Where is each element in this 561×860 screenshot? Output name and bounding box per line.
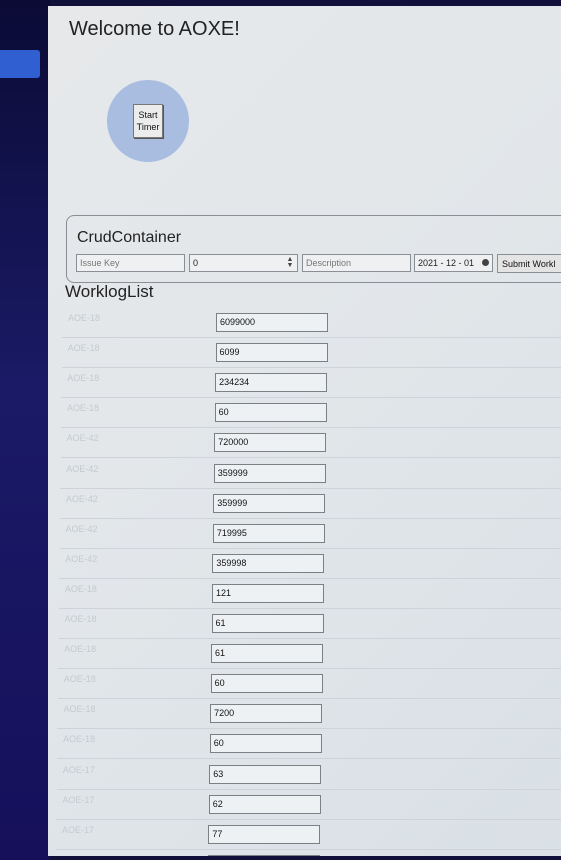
worklog-issue-key: AOE-18 bbox=[63, 734, 96, 745]
worklog-time-input[interactable]: 62 bbox=[208, 794, 321, 814]
worklog-row: AOE-18 60 bbox=[57, 728, 561, 760]
crud-container: CrudContainer 0 ▲▼ 2021 - 12 - 01 Submit… bbox=[66, 215, 561, 283]
worklog-time-input[interactable]: 7200 bbox=[210, 704, 323, 724]
worklog-time-input[interactable]: 359998 bbox=[212, 553, 325, 573]
worklog-issue-key: AOE-18 bbox=[64, 614, 97, 624]
worklog-time-input[interactable]: 6099000 bbox=[216, 313, 328, 332]
worklog-issue-key: AOE-18 bbox=[64, 644, 97, 655]
worklog-time-input[interactable]: 234234 bbox=[215, 373, 328, 393]
worklog-row: AOE-18 7200 bbox=[57, 698, 561, 730]
time-spent-input[interactable]: 0 ▲ ▼ bbox=[189, 254, 298, 272]
worklog-issue-key: AOE-42 bbox=[65, 553, 98, 564]
worklog-issue-key: AOE-18 bbox=[63, 704, 96, 715]
worklog-issue-key: AOE-42 bbox=[66, 463, 99, 474]
worklog-issue-key: AOE-18 bbox=[68, 313, 101, 323]
worklog-time-input[interactable]: 359999 bbox=[213, 463, 326, 483]
start-timer-button[interactable]: Start Timer bbox=[133, 104, 163, 138]
worklog-issue-key: AOE-17 bbox=[62, 855, 94, 856]
worklog-row: AOE-18 6099000 bbox=[62, 307, 561, 338]
spinner-arrows-icon[interactable]: ▲ ▼ bbox=[286, 256, 294, 269]
worklog-issue-key: AOE-18 bbox=[66, 403, 99, 414]
left-sidebar bbox=[0, 0, 50, 860]
worklog-time-input[interactable]: 61 bbox=[211, 614, 324, 633]
worklog-row: AOE-18 60 bbox=[57, 668, 561, 700]
worklog-row: AOE-42 359999 bbox=[60, 458, 561, 489]
worklog-time-input[interactable]: 60 bbox=[209, 734, 322, 754]
worklog-row: AOE-18 61 bbox=[58, 608, 561, 639]
worklog-issue-key: AOE-18 bbox=[67, 373, 100, 384]
worklog-time-input[interactable]: 60 bbox=[207, 854, 320, 856]
worklog-row: AOE-18 61 bbox=[58, 638, 561, 670]
calendar-icon[interactable] bbox=[482, 259, 489, 266]
date-value: 2021 - 12 - 01 bbox=[418, 258, 475, 268]
worklog-time-input[interactable]: 359999 bbox=[213, 493, 326, 513]
worklog-list-title: WorklogList bbox=[65, 282, 154, 301]
worklog-row: AOE-17 63 bbox=[56, 759, 561, 790]
worklog-issue-key: AOE-18 bbox=[64, 583, 97, 594]
worklog-time-input[interactable]: 6099 bbox=[215, 343, 328, 363]
worklog-row: AOE-17 60 bbox=[56, 849, 561, 856]
worklog-row: AOE-42 359998 bbox=[59, 548, 561, 579]
worklog-issue-key: AOE-42 bbox=[66, 433, 99, 444]
worklog-time-input[interactable]: 719995 bbox=[212, 523, 325, 543]
page-title: Welcome to AOXE! bbox=[69, 18, 240, 40]
worklog-time-input[interactable]: 60 bbox=[214, 403, 327, 423]
worklog-row: AOE-42 720000 bbox=[60, 427, 561, 459]
worklog-time-input[interactable]: 60 bbox=[210, 674, 323, 694]
worklog-time-input[interactable]: 61 bbox=[211, 644, 324, 664]
worklog-issue-key: AOE-18 bbox=[63, 674, 96, 685]
worklog-issue-key: AOE-17 bbox=[62, 764, 95, 775]
worklog-issue-key: AOE-42 bbox=[65, 493, 98, 504]
app-page: Welcome to AOXE! Start Timer CrudContain… bbox=[48, 6, 561, 856]
date-input[interactable]: 2021 - 12 - 01 bbox=[414, 254, 493, 272]
worklog-time-input[interactable]: 77 bbox=[208, 824, 321, 844]
description-input[interactable] bbox=[302, 254, 411, 272]
issue-key-input[interactable] bbox=[76, 254, 185, 272]
worklog-issue-key: AOE-17 bbox=[62, 824, 95, 835]
sidebar-active-item[interactable] bbox=[0, 50, 40, 78]
worklog-row: AOE-18 60 bbox=[60, 397, 561, 429]
worklog-time-input[interactable]: 121 bbox=[211, 583, 324, 603]
worklog-row: AOE-17 62 bbox=[56, 789, 561, 820]
worklog-issue-key: AOE-18 bbox=[67, 343, 100, 354]
time-spent-value: 0 bbox=[193, 258, 199, 268]
submit-worklog-button[interactable]: Submit Workl bbox=[497, 254, 561, 273]
worklog-row: AOE-18 6099 bbox=[61, 337, 561, 369]
crud-title: CrudContainer bbox=[77, 229, 182, 246]
worklog-issue-key: AOE-42 bbox=[65, 523, 98, 534]
worklog-row: AOE-17 77 bbox=[56, 819, 561, 850]
worklog-row: AOE-18 234234 bbox=[61, 367, 561, 399]
worklog-row: AOE-42 719995 bbox=[59, 518, 561, 549]
worklog-row: AOE-18 121 bbox=[58, 578, 561, 609]
worklog-row: AOE-42 359999 bbox=[59, 488, 561, 519]
worklog-time-input[interactable]: 720000 bbox=[214, 433, 327, 453]
worklog-time-input[interactable]: 63 bbox=[209, 764, 322, 784]
worklog-issue-key: AOE-17 bbox=[62, 794, 95, 805]
timer-circle: Start Timer bbox=[107, 80, 189, 162]
